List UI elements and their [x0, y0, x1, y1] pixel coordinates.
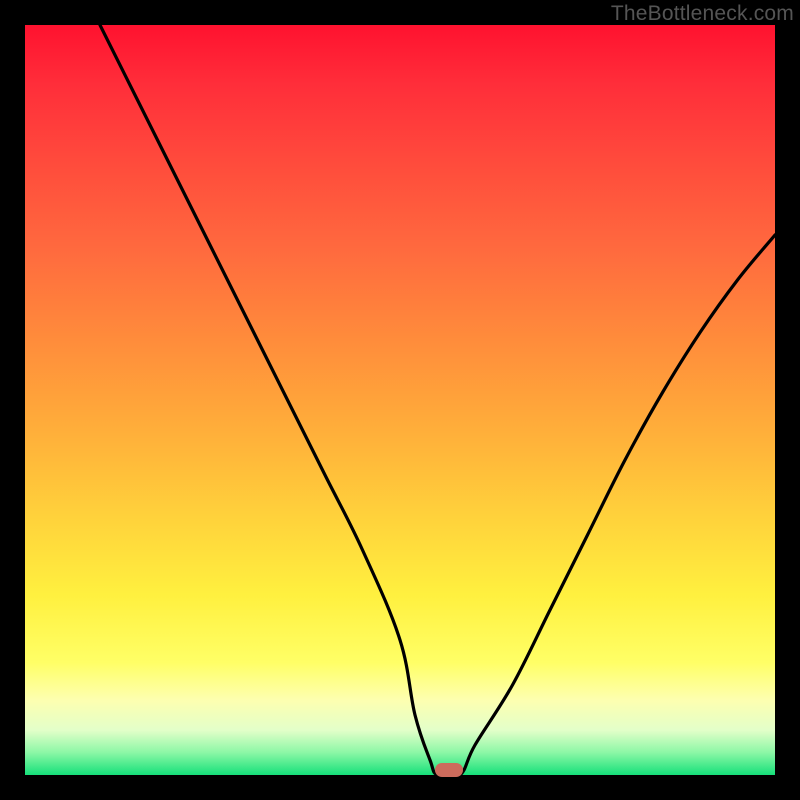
bottleneck-curve-path	[100, 25, 775, 775]
plot-area	[25, 25, 775, 775]
chart-frame: TheBottleneck.com	[0, 0, 800, 800]
optimal-notch-marker	[435, 763, 463, 777]
watermark-text: TheBottleneck.com	[611, 2, 794, 26]
curve-svg	[25, 25, 775, 775]
